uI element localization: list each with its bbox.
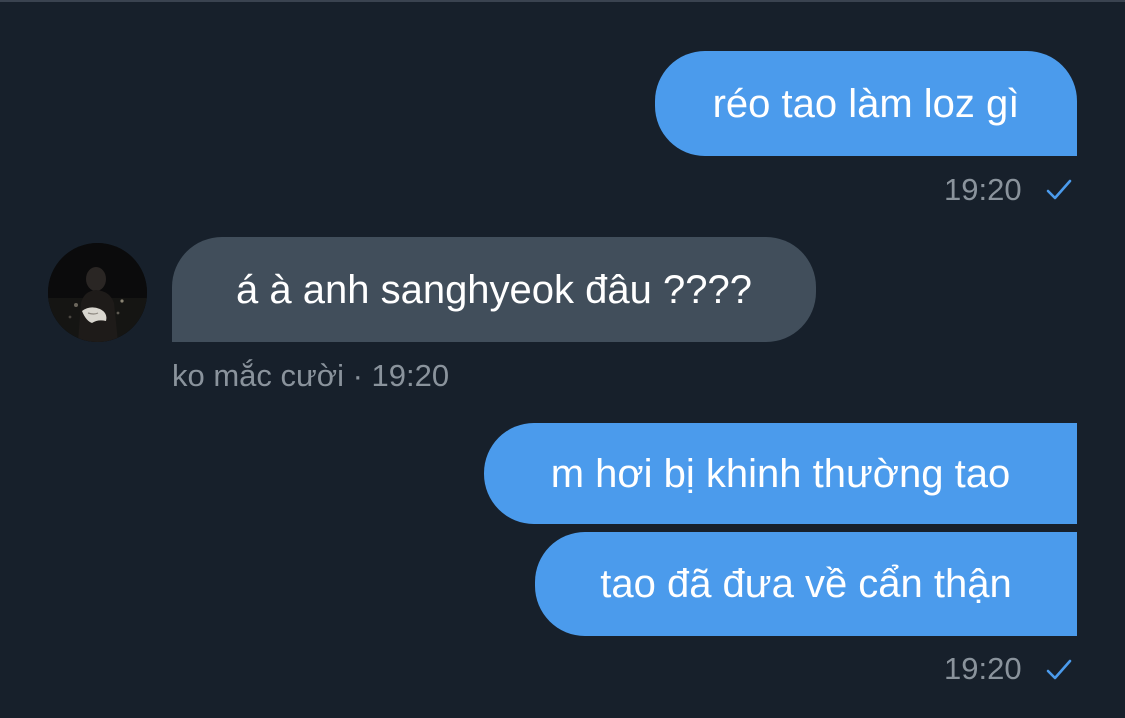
sent-message-bubble[interactable]: m hơi bị khinh thường tao bbox=[484, 423, 1077, 524]
message-text: á à anh sanghyeok đâu ???? bbox=[236, 267, 752, 312]
message-timestamp: 19:20 bbox=[944, 651, 1022, 686]
message-text: tao đã đưa về cẩn thận bbox=[600, 562, 1012, 606]
check-icon bbox=[1046, 659, 1072, 680]
sent-message-bubble[interactable]: réo tao làm loz gì bbox=[655, 51, 1077, 156]
sender-name-and-timestamp: ko mắc cười · 19:20 bbox=[172, 358, 450, 393]
sent-message-bubble[interactable]: tao đã đưa về cẩn thận bbox=[535, 532, 1077, 636]
message-text: réo tao làm loz gì bbox=[712, 81, 1020, 126]
received-message-bubble[interactable]: á à anh sanghyeok đâu ???? bbox=[172, 237, 816, 342]
top-divider bbox=[0, 0, 1125, 2]
message-timestamp: 19:20 bbox=[944, 172, 1022, 207]
message-text: m hơi bị khinh thường tao bbox=[550, 451, 1011, 496]
avatar-photo bbox=[48, 243, 147, 342]
avatar[interactable] bbox=[48, 243, 147, 342]
check-icon bbox=[1046, 179, 1072, 200]
